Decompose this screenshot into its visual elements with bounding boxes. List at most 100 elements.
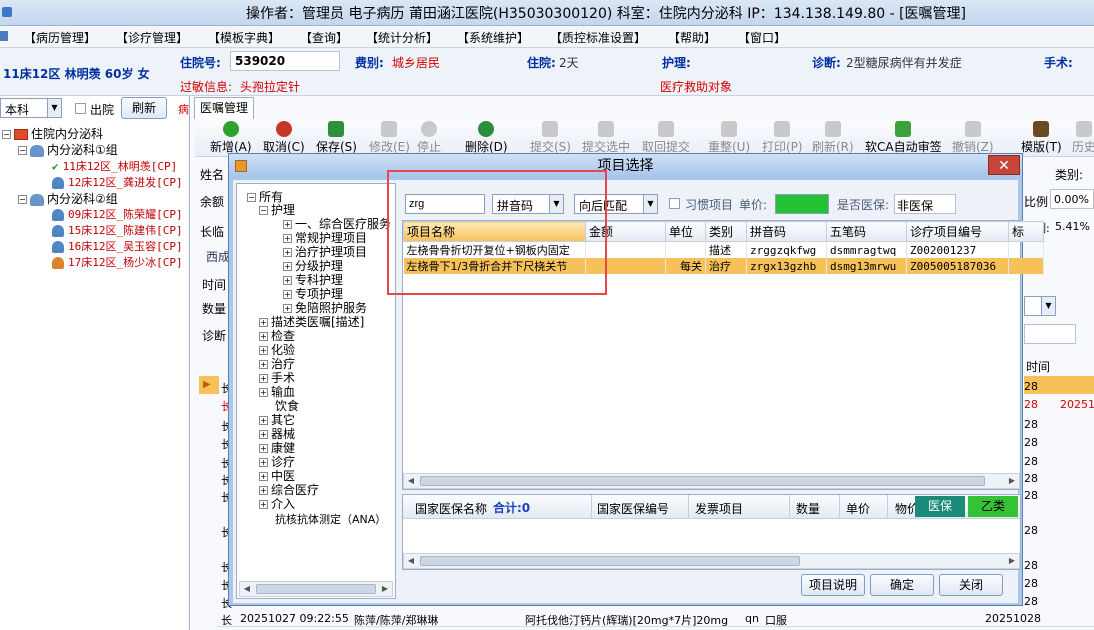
col-header-quantity[interactable]: 数量 — [796, 500, 820, 517]
col-header-invoice[interactable]: 发票项目 — [695, 500, 743, 517]
submit-selected-button[interactable]: 提交选中 — [582, 121, 630, 155]
tree-root[interactable]: − 住院内分泌科 — [2, 125, 103, 142]
menu-item-system[interactable]: 【系统维护】 — [457, 29, 529, 46]
menu-item-statistics[interactable]: 【统计分析】 — [366, 29, 438, 46]
add-button[interactable]: 新增(A) — [210, 121, 252, 155]
western-tab[interactable]: 西成 — [206, 248, 230, 265]
scroll-left-icon[interactable]: ◀ — [404, 554, 418, 568]
expand-icon[interactable]: + — [283, 276, 292, 285]
menu-item-window[interactable]: 【窗口】 — [738, 29, 786, 46]
table-row[interactable]: 长 20251027 09:22:55 陈萍/陈萍/郑琳琳 阿托伐他汀钙片(辉瑞… — [217, 609, 1094, 627]
tree-bed-item[interactable]: 09床12区_陈荣耀[CP] — [52, 206, 183, 222]
tree-bed-item[interactable]: 16床12区_吴玉容[CP] — [52, 238, 183, 254]
col-header-unit[interactable]: 单位 — [665, 221, 706, 242]
col-header-code[interactable]: 诊疗项目编号 — [906, 221, 1009, 242]
expand-icon[interactable]: + — [259, 346, 268, 355]
tree-group-1[interactable]: − 内分泌科①组 — [18, 141, 118, 158]
cancel-button[interactable]: 取消(C) — [263, 121, 305, 155]
col-header-category[interactable]: 类别 — [705, 221, 747, 242]
expand-icon[interactable]: + — [259, 458, 268, 467]
menu-item-diagnosis[interactable]: 【诊疗管理】 — [116, 29, 188, 46]
background-input[interactable] — [1024, 324, 1076, 344]
expand-icon[interactable]: + — [259, 318, 268, 327]
expand-icon[interactable]: + — [283, 220, 292, 229]
tree-node[interactable]: + 介入 — [259, 495, 295, 512]
close-button[interactable]: ✕ — [988, 155, 1020, 175]
menu-item-help[interactable]: 【帮助】 — [668, 29, 716, 46]
expand-icon[interactable]: + — [259, 416, 268, 425]
discharged-checkbox[interactable] — [75, 103, 86, 114]
col-header-unit-price[interactable]: 单价 — [846, 500, 870, 517]
chevron-down-icon[interactable]: ▼ — [47, 99, 61, 117]
expand-icon[interactable]: + — [259, 486, 268, 495]
expand-icon[interactable]: + — [283, 290, 292, 299]
tree-node[interactable]: 抗核抗体测定（ANA） — [275, 511, 386, 527]
scroll-thumb[interactable] — [256, 584, 376, 594]
insurance-horizontal-scrollbar[interactable]: ◀ ▶ — [403, 553, 1020, 569]
collapse-icon[interactable]: − — [18, 146, 27, 155]
expand-icon[interactable]: + — [259, 360, 268, 369]
collapse-icon[interactable]: − — [2, 130, 11, 139]
expand-icon[interactable]: + — [259, 374, 268, 383]
scroll-left-icon[interactable]: ◀ — [404, 474, 418, 488]
menu-item-medical-records[interactable]: 【病历管理】 — [24, 29, 96, 46]
background-select[interactable]: ▼ — [1024, 296, 1056, 316]
menu-item-query[interactable]: 【查询】 — [300, 29, 348, 46]
expand-icon[interactable]: + — [283, 304, 292, 313]
confirm-button[interactable]: 确定 — [870, 574, 934, 596]
scroll-thumb[interactable] — [420, 476, 985, 486]
ca-sign-button[interactable]: 软CA自动审签 — [865, 121, 942, 155]
refresh-toolbar-button[interactable]: 刷新(R) — [812, 121, 854, 155]
menu-item-templates[interactable]: 【模板字典】 — [208, 29, 280, 46]
template-button[interactable]: 模版(T) — [1021, 121, 1062, 155]
col-header-insurance-code[interactable]: 国家医保编号 — [597, 500, 669, 517]
col-header-insurance-name[interactable]: 国家医保名称 — [415, 500, 487, 517]
retrieve-button[interactable]: 取回提交 — [642, 121, 690, 155]
tree-bed-item[interactable]: 15床12区_陈建伟[CP] — [52, 222, 183, 238]
tab-order-management[interactable]: 医嘱管理 — [194, 97, 254, 119]
reorganize-button[interactable]: 重整(U) — [708, 121, 750, 155]
dialog-title-bar[interactable]: 项目选择 ✕ — [229, 154, 1022, 178]
expand-icon[interactable]: + — [259, 472, 268, 481]
save-button[interactable]: 保存(S) — [316, 121, 357, 155]
ratio-field[interactable]: 0.00% — [1050, 189, 1094, 209]
refresh-button[interactable]: 刷新 — [121, 97, 167, 119]
tree-horizontal-scrollbar[interactable]: ◀ ▶ — [239, 581, 393, 597]
delete-button[interactable]: 删除(D) — [465, 121, 508, 155]
close-dialog-button[interactable]: 关闭 — [939, 574, 1003, 596]
expand-icon[interactable]: + — [283, 262, 292, 271]
menu-item-qc[interactable]: 【质控标准设置】 — [550, 29, 646, 46]
collapse-icon[interactable]: − — [247, 193, 256, 202]
revoke-button[interactable]: 撤销(Z) — [952, 121, 994, 155]
expand-icon[interactable]: + — [259, 500, 268, 509]
expand-icon[interactable]: + — [259, 430, 268, 439]
scroll-right-icon[interactable]: ▶ — [1005, 554, 1019, 568]
expand-icon[interactable]: + — [259, 388, 268, 397]
collapse-icon[interactable]: − — [18, 195, 27, 204]
expand-icon[interactable]: + — [259, 332, 268, 341]
expand-icon[interactable]: + — [283, 234, 292, 243]
chevron-down-icon[interactable]: ▼ — [1041, 297, 1055, 315]
department-select[interactable]: 本科 ▼ — [0, 98, 62, 118]
chevron-down-icon[interactable]: ▼ — [643, 195, 657, 213]
edit-button[interactable]: 修改(E) — [369, 121, 410, 155]
scroll-right-icon[interactable]: ▶ — [1005, 474, 1019, 488]
tree-group-2[interactable]: − 内分泌科②组 — [18, 190, 118, 207]
scroll-right-icon[interactable]: ▶ — [378, 582, 392, 596]
tree-bed-item[interactable]: 12床12区_龚进发[CP] — [52, 174, 183, 190]
history-button[interactable]: 历史 — [1072, 121, 1094, 155]
results-horizontal-scrollbar[interactable]: ◀ ▶ — [403, 473, 1020, 489]
stop-button[interactable]: 停止 — [417, 121, 441, 155]
habit-checkbox[interactable] — [669, 198, 680, 209]
expand-icon[interactable]: + — [283, 248, 292, 257]
item-explain-button[interactable]: 项目说明 — [801, 574, 865, 596]
col-header-extra[interactable]: 标 — [1008, 221, 1044, 242]
tree-bed-item[interactable]: ✔ 11床12区_林明羡[CP] — [52, 158, 177, 174]
scroll-thumb[interactable] — [420, 556, 800, 566]
scroll-left-icon[interactable]: ◀ — [240, 582, 254, 596]
col-header-wubi[interactable]: 五笔码 — [826, 221, 907, 242]
submit-button[interactable]: 提交(S) — [530, 121, 571, 155]
collapse-icon[interactable]: − — [259, 206, 268, 215]
tree-bed-item[interactable]: 17床12区_杨少冰[CP] — [52, 254, 183, 270]
print-button[interactable]: 打印(P) — [762, 121, 803, 155]
